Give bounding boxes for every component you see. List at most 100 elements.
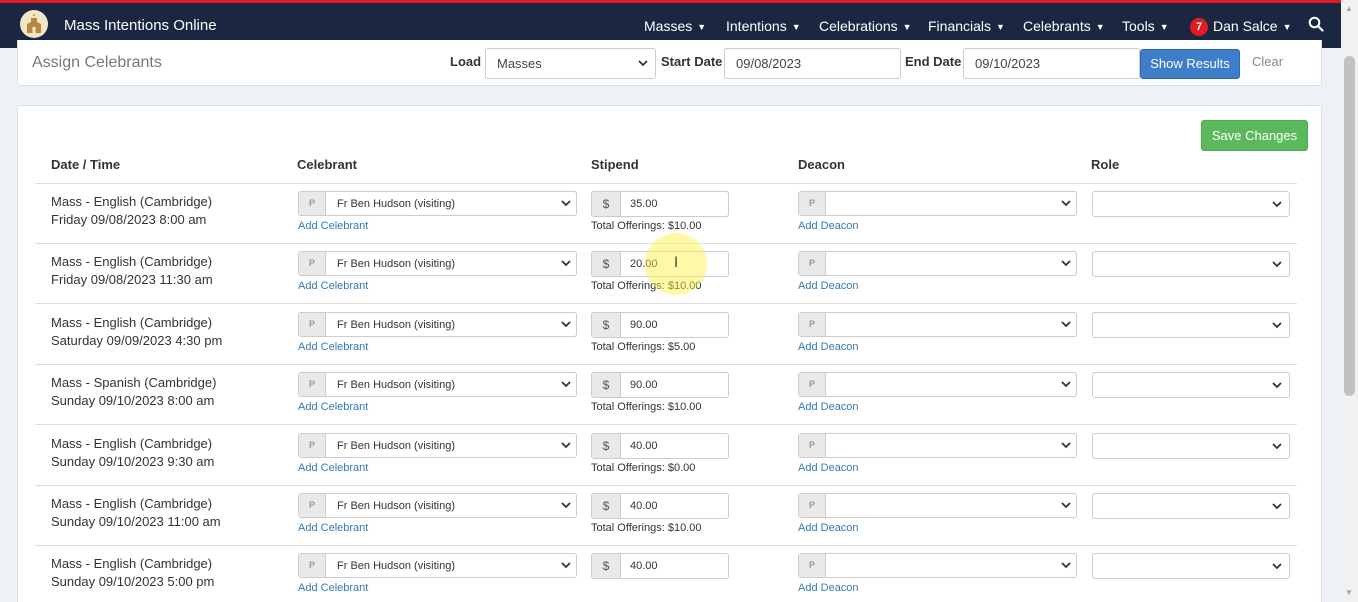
church-logo-icon[interactable]	[18, 9, 50, 39]
nav-celebrants[interactable]: Celebrants ▼	[1023, 18, 1105, 34]
add-deacon-link[interactable]: Add Deacon	[798, 341, 859, 353]
scrollbar-thumb[interactable]	[1344, 56, 1355, 396]
mass-when: Sunday 09/10/2023 11:00 am	[51, 514, 221, 529]
nav-masses[interactable]: Masses ▼	[644, 18, 706, 34]
celebrant-select[interactable]: P Fr Ben Hudson (visiting)	[298, 493, 577, 518]
caret-down-icon: ▼	[1159, 22, 1169, 32]
role-select[interactable]	[1092, 191, 1290, 217]
show-results-button[interactable]: Show Results	[1140, 49, 1240, 79]
page-title: Assign Celebrants	[32, 54, 162, 71]
stipend-input[interactable]: $90.00	[591, 372, 729, 399]
chevron-down-icon	[561, 260, 571, 267]
col-header-stipend: Stipend	[591, 157, 639, 172]
stipend-value: 90.00	[630, 379, 658, 392]
dollar-addon: $	[592, 373, 621, 398]
priest-addon: P	[299, 433, 326, 457]
app-brand[interactable]: Mass Intentions Online	[64, 17, 217, 34]
chevron-down-icon	[561, 200, 571, 207]
add-celebrant-link[interactable]: Add Celebrant	[298, 341, 368, 353]
deacon-select[interactable]: P	[798, 372, 1077, 398]
caret-down-icon: ▼	[1282, 22, 1292, 32]
stipend-input[interactable]: $40.00	[591, 553, 729, 580]
start-date-input[interactable]: 09/08/2023	[724, 48, 901, 79]
caret-down-icon: ▼	[697, 22, 707, 32]
nav-intentions[interactable]: Intentions ▼	[726, 18, 801, 34]
add-celebrant-link[interactable]: Add Celebrant	[298, 582, 368, 594]
role-select[interactable]	[1092, 553, 1290, 580]
deacon-select[interactable]: P	[798, 432, 1077, 458]
add-celebrant-link[interactable]: Add Celebrant	[298, 220, 368, 232]
notification-badge[interactable]: 7	[1190, 18, 1208, 36]
stipend-input[interactable]: $35.00	[591, 191, 729, 217]
page-scrollbar[interactable]: ▲ ▼	[1341, 0, 1358, 602]
nav-celebrations[interactable]: Celebrations ▼	[819, 18, 912, 34]
deacon-select[interactable]: P	[798, 553, 1077, 579]
deacon-addon: P	[799, 433, 826, 457]
deacon-select[interactable]: P	[798, 493, 1077, 518]
celebrant-select[interactable]: P Fr Ben Hudson (visiting)	[298, 553, 577, 579]
table-row: Mass - English (Cambridge) Saturday 09/09…	[35, 305, 1297, 365]
chevron-down-icon	[1272, 261, 1282, 268]
dollar-addon: $	[592, 554, 621, 579]
mass-datetime: Mass - Spanish (Cambridge) Sunday 09/10/2…	[51, 374, 216, 410]
load-select[interactable]: Masses	[485, 48, 656, 79]
total-offerings: Total Offerings: $10.00	[591, 220, 702, 232]
deacon-addon: P	[799, 554, 826, 578]
stipend-value: 90.00	[630, 318, 658, 331]
nav-financials[interactable]: Financials ▼	[928, 18, 1005, 34]
priest-addon: P	[299, 554, 326, 578]
mass-when: Friday 09/08/2023 8:00 am	[51, 212, 207, 227]
chevron-down-icon	[1272, 382, 1282, 389]
celebrant-select[interactable]: P Fr Ben Hudson (visiting)	[298, 432, 577, 458]
celebrant-select[interactable]: P Fr Ben Hudson (visiting)	[298, 251, 577, 277]
celebrants-panel: Save Changes Date / Time Celebrant Stipe…	[17, 105, 1322, 602]
chevron-down-icon	[561, 562, 571, 569]
chevron-down-icon	[1272, 442, 1282, 449]
stipend-input[interactable]: $90.00	[591, 311, 729, 338]
add-deacon-link[interactable]: Add Deacon	[798, 582, 859, 594]
caret-down-icon: ▼	[996, 22, 1005, 32]
add-celebrant-link[interactable]: Add Celebrant	[298, 522, 368, 534]
add-deacon-link[interactable]: Add Deacon	[798, 280, 859, 292]
celebrant-select-value: Fr Ben Hudson (visiting)	[337, 439, 455, 452]
add-deacon-link[interactable]: Add Deacon	[798, 401, 859, 413]
celebrant-select-value: Fr Ben Hudson (visiting)	[337, 198, 455, 210]
role-select[interactable]	[1092, 372, 1290, 399]
priest-addon: P	[299, 373, 326, 397]
mass-datetime: Mass - English (Cambridge) Saturday 09/09…	[51, 314, 222, 350]
mass-datetime: Mass - English (Cambridge) Friday 09/08/2…	[51, 253, 213, 289]
add-deacon-link[interactable]: Add Deacon	[798, 462, 859, 474]
stipend-input[interactable]: $40.00	[591, 493, 729, 519]
deacon-select[interactable]: P	[798, 311, 1077, 337]
add-deacon-link[interactable]: Add Deacon	[798, 220, 859, 232]
deacon-select[interactable]: P	[798, 191, 1077, 216]
nav-tools[interactable]: Tools ▼	[1122, 18, 1169, 34]
end-date-input[interactable]: 09/10/2023	[963, 48, 1140, 79]
stipend-value: 40.00	[630, 500, 658, 512]
scroll-up-arrow-icon[interactable]: ▲	[1345, 4, 1353, 13]
add-celebrant-link[interactable]: Add Celebrant	[298, 280, 368, 292]
caret-down-icon: ▼	[1095, 22, 1105, 32]
col-header-datetime: Date / Time	[51, 157, 121, 172]
stipend-input[interactable]: $40.00	[591, 432, 729, 459]
save-changes-button[interactable]: Save Changes	[1201, 120, 1308, 151]
mass-when: Friday 09/08/2023 11:30 am	[51, 272, 213, 288]
role-select[interactable]	[1092, 432, 1290, 459]
role-select[interactable]	[1092, 311, 1290, 338]
search-icon[interactable]	[1308, 16, 1324, 32]
deacon-addon: P	[799, 312, 826, 336]
add-deacon-link[interactable]: Add Deacon	[798, 522, 859, 534]
deacon-addon: P	[799, 252, 826, 276]
add-celebrant-link[interactable]: Add Celebrant	[298, 401, 368, 413]
role-select[interactable]	[1092, 251, 1290, 278]
total-offerings: Total Offerings: $10.00	[591, 522, 702, 534]
celebrant-select[interactable]: P Fr Ben Hudson (visiting)	[298, 311, 577, 337]
clear-link[interactable]: Clear	[1252, 54, 1283, 69]
celebrant-select[interactable]: P Fr Ben Hudson (visiting)	[298, 372, 577, 398]
role-select[interactable]	[1092, 493, 1290, 519]
user-menu[interactable]: Dan Salce ▼	[1213, 18, 1292, 34]
add-celebrant-link[interactable]: Add Celebrant	[298, 462, 368, 474]
celebrant-select[interactable]: P Fr Ben Hudson (visiting)	[298, 191, 577, 216]
scroll-down-arrow-icon[interactable]: ▼	[1345, 588, 1353, 597]
deacon-select[interactable]: P	[798, 251, 1077, 277]
